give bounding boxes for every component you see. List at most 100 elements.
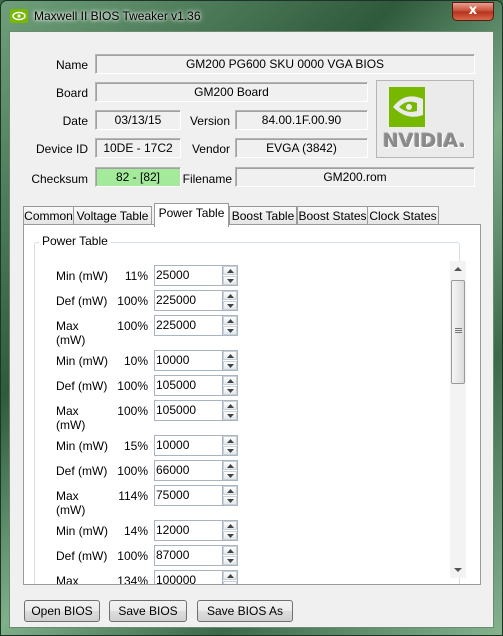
spin-up-icon[interactable] <box>223 521 237 530</box>
spin-up-icon[interactable] <box>223 351 237 360</box>
power-table-title: Power Table <box>39 234 111 248</box>
scroll-up-icon[interactable] <box>450 261 466 277</box>
save-bios-button[interactable]: Save BIOS <box>109 600 187 622</box>
spin-down-icon[interactable] <box>223 471 237 480</box>
spin-up-icon[interactable] <box>223 266 237 275</box>
power-row-label: Min (mW) <box>56 269 108 283</box>
power-value-input[interactable]: 66000 <box>154 460 223 481</box>
tab-common[interactable]: Common <box>23 206 74 225</box>
spin-up-icon[interactable] <box>223 376 237 385</box>
power-row-percent: 100% <box>117 404 148 418</box>
power-row: Max (mW) 100% 225000 <box>24 315 444 347</box>
power-row: Def (mW) 100% 87000 <box>24 545 444 567</box>
device-id-label: Device ID <box>35 142 88 156</box>
power-value-spinner[interactable] <box>223 545 238 566</box>
spin-down-icon[interactable] <box>223 581 237 584</box>
power-row-percent: 100% <box>117 319 148 333</box>
power-value-spinner[interactable] <box>223 315 238 336</box>
power-value-spinner[interactable] <box>223 435 238 456</box>
power-value-spinner[interactable] <box>223 350 238 371</box>
power-value-spinner[interactable] <box>223 290 238 311</box>
power-row-label: Min (mW) <box>56 524 108 538</box>
power-value-spinner[interactable] <box>223 265 238 286</box>
vendor-label: Vendor <box>191 142 230 156</box>
spin-down-icon[interactable] <box>223 531 237 540</box>
title-bar[interactable]: Maxwell II BIOS Tweaker v1.36 x <box>1 1 502 31</box>
power-value-input[interactable]: 10000 <box>154 350 223 371</box>
spin-up-icon[interactable] <box>223 291 237 300</box>
tab-clock-states[interactable]: Clock States <box>367 206 439 225</box>
power-value-input[interactable]: 225000 <box>154 290 223 311</box>
spin-up-icon[interactable] <box>223 486 237 495</box>
power-value-spinner[interactable] <box>223 460 238 481</box>
power-row-percent: 114% <box>118 489 148 503</box>
power-value-spinner[interactable] <box>223 485 238 506</box>
device-id-field[interactable]: 10DE - 17C2 <box>95 138 181 158</box>
vertical-scrollbar[interactable] <box>450 261 466 578</box>
power-value-spinner[interactable] <box>223 400 238 421</box>
spin-down-icon[interactable] <box>223 446 237 455</box>
power-value-input[interactable]: 105000 <box>154 375 223 396</box>
spin-down-icon[interactable] <box>223 326 237 335</box>
version-label: Version <box>189 114 230 128</box>
tab-voltage-table[interactable]: Voltage Table <box>73 206 152 225</box>
power-row-percent: 100% <box>117 464 148 478</box>
power-value-input[interactable]: 105000 <box>154 400 223 421</box>
power-value-spinner[interactable] <box>223 520 238 541</box>
window-title: Maxwell II BIOS Tweaker v1.36 <box>34 9 201 23</box>
power-value-input[interactable]: 225000 <box>154 315 223 336</box>
window-frame: Maxwell II BIOS Tweaker v1.36 x Name GM2… <box>0 0 503 636</box>
power-value-spinner[interactable] <box>223 570 238 584</box>
spin-up-icon[interactable] <box>223 571 237 580</box>
save-bios-as-button[interactable]: Save BIOS As <box>197 600 293 622</box>
spin-down-icon[interactable] <box>223 411 237 420</box>
client-area: Name GM200 PG600 SKU 0000 VGA BIOS Board… <box>9 31 494 628</box>
spin-up-icon[interactable] <box>223 461 237 470</box>
checksum-field[interactable]: 82 - [82] <box>95 167 181 187</box>
tab-boost-table[interactable]: Boost Table <box>229 206 297 225</box>
spin-down-icon[interactable] <box>223 301 237 310</box>
tab-boost-states[interactable]: Boost States <box>297 206 368 225</box>
date-field[interactable]: 03/13/15 <box>95 110 181 130</box>
spin-down-icon[interactable] <box>223 276 237 285</box>
power-row: Def (mW) 100% 66000 <box>24 460 444 482</box>
spin-down-icon[interactable] <box>223 556 237 565</box>
spin-up-icon[interactable] <box>223 401 237 410</box>
spin-up-icon[interactable] <box>223 316 237 325</box>
scrollbar-grip-icon <box>455 328 462 329</box>
power-value-input[interactable]: 75000 <box>154 485 223 506</box>
power-row: Def (mW) 100% 105000 <box>24 375 444 397</box>
board-field[interactable]: GM200 Board <box>95 82 368 102</box>
tab-power-table[interactable]: Power Table <box>154 203 229 227</box>
open-bios-button[interactable]: Open BIOS <box>24 600 100 622</box>
spin-down-icon[interactable] <box>223 496 237 505</box>
power-row: Min (mW) 11% 25000 <box>24 265 444 287</box>
scrollbar-thumb[interactable] <box>451 280 465 384</box>
scroll-down-icon[interactable] <box>450 562 466 578</box>
power-row: Min (mW) 14% 12000 <box>24 520 444 542</box>
vendor-field[interactable]: EVGA (3842) <box>235 138 368 158</box>
power-row-percent: 100% <box>117 294 148 308</box>
power-value-input[interactable]: 10000 <box>154 435 223 456</box>
close-button[interactable]: x <box>452 2 494 21</box>
spin-down-icon[interactable] <box>223 361 237 370</box>
version-field[interactable]: 84.00.1F.00.90 <box>235 110 368 130</box>
power-value-input[interactable]: 12000 <box>154 520 223 541</box>
power-row-percent: 10% <box>123 354 148 368</box>
checksum-label: Checksum <box>31 172 88 186</box>
power-value-spinner[interactable] <box>223 375 238 396</box>
spin-down-icon[interactable] <box>223 386 237 395</box>
power-value-input[interactable]: 100000 <box>154 570 223 584</box>
spin-up-icon[interactable] <box>223 546 237 555</box>
filename-label: Filename <box>182 172 232 186</box>
filename-field[interactable]: GM200.rom <box>235 167 475 187</box>
spin-up-icon[interactable] <box>223 436 237 445</box>
power-row: Min (mW) 10% 10000 <box>24 350 444 372</box>
power-value-input[interactable]: 87000 <box>154 545 223 566</box>
name-field[interactable]: GM200 PG600 SKU 0000 VGA BIOS <box>95 54 475 74</box>
power-value-input[interactable]: 25000 <box>154 265 223 286</box>
power-table-panel: Power Table Min (mW) 11% 25000 Def (mW) 100%… <box>23 224 481 585</box>
power-row: Max (mW) 100% 105000 <box>24 400 444 432</box>
power-row-percent: 100% <box>117 379 148 393</box>
power-row: Max (mW) 134% 100000 <box>24 570 444 584</box>
